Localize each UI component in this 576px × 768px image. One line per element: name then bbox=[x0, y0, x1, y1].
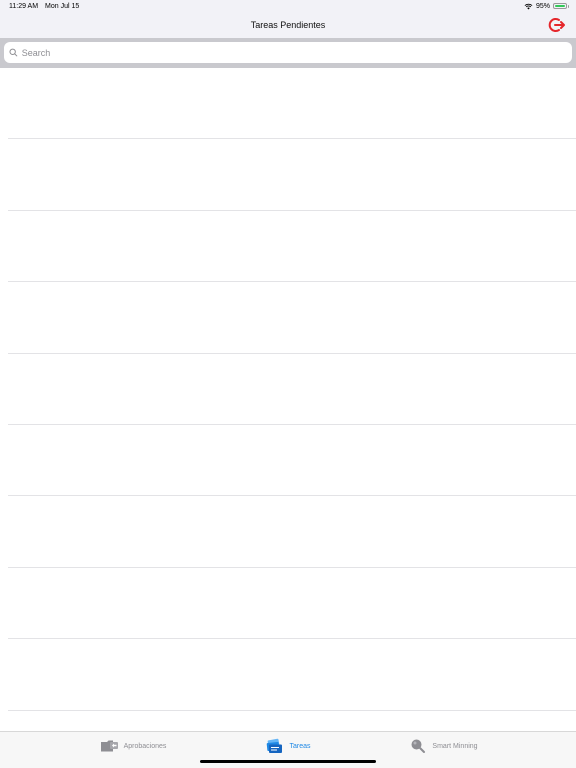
battery-cap bbox=[567, 5, 569, 8]
battery-icon bbox=[553, 3, 569, 9]
status-time: 11:29 AM bbox=[9, 2, 39, 10]
wifi-icon bbox=[524, 3, 533, 9]
tab-label: Smart Minning bbox=[432, 742, 478, 750]
search-icon bbox=[9, 48, 18, 57]
list-item[interactable] bbox=[0, 211, 576, 283]
tab-label: Aprobaciones bbox=[123, 742, 167, 750]
navigation-bar: Tareas Pendientes bbox=[0, 12, 576, 38]
status-right: 95% bbox=[524, 2, 569, 10]
tab-tareas[interactable]: Tareas bbox=[211, 738, 366, 754]
tab-smart-minning[interactable]: Smart Minning bbox=[366, 738, 521, 754]
page-title: Tareas Pendientes bbox=[250, 20, 326, 30]
tasks-cards-icon bbox=[267, 738, 283, 753]
search-bar bbox=[0, 38, 576, 68]
list-item[interactable] bbox=[0, 639, 576, 711]
tab-aprobaciones[interactable]: Aprobaciones bbox=[56, 738, 211, 754]
search-input[interactable] bbox=[21, 47, 572, 58]
list-item[interactable] bbox=[0, 354, 576, 426]
logout-button[interactable] bbox=[548, 17, 566, 33]
task-list[interactable] bbox=[0, 68, 576, 731]
list-item[interactable] bbox=[0, 496, 576, 569]
home-indicator bbox=[200, 760, 376, 763]
search-field[interactable] bbox=[4, 42, 572, 63]
battery-fill bbox=[555, 5, 565, 7]
power-logout-icon bbox=[548, 18, 565, 32]
list-item[interactable] bbox=[0, 568, 576, 640]
list-item[interactable] bbox=[0, 139, 576, 212]
tab-label: Tareas bbox=[289, 742, 311, 750]
battery-percent: 95% bbox=[535, 2, 550, 10]
status-date: Mon Jul 15 bbox=[45, 2, 80, 10]
list-item[interactable] bbox=[0, 282, 576, 354]
status-left: 11:29 AM Mon Jul 15 bbox=[9, 3, 84, 10]
status-bar: 11:29 AM Mon Jul 15 95% bbox=[0, 0, 576, 12]
magnifier-icon bbox=[411, 739, 426, 753]
list-item[interactable] bbox=[0, 68, 576, 140]
list-item[interactable] bbox=[0, 425, 576, 497]
folder-approve-icon bbox=[100, 740, 118, 752]
